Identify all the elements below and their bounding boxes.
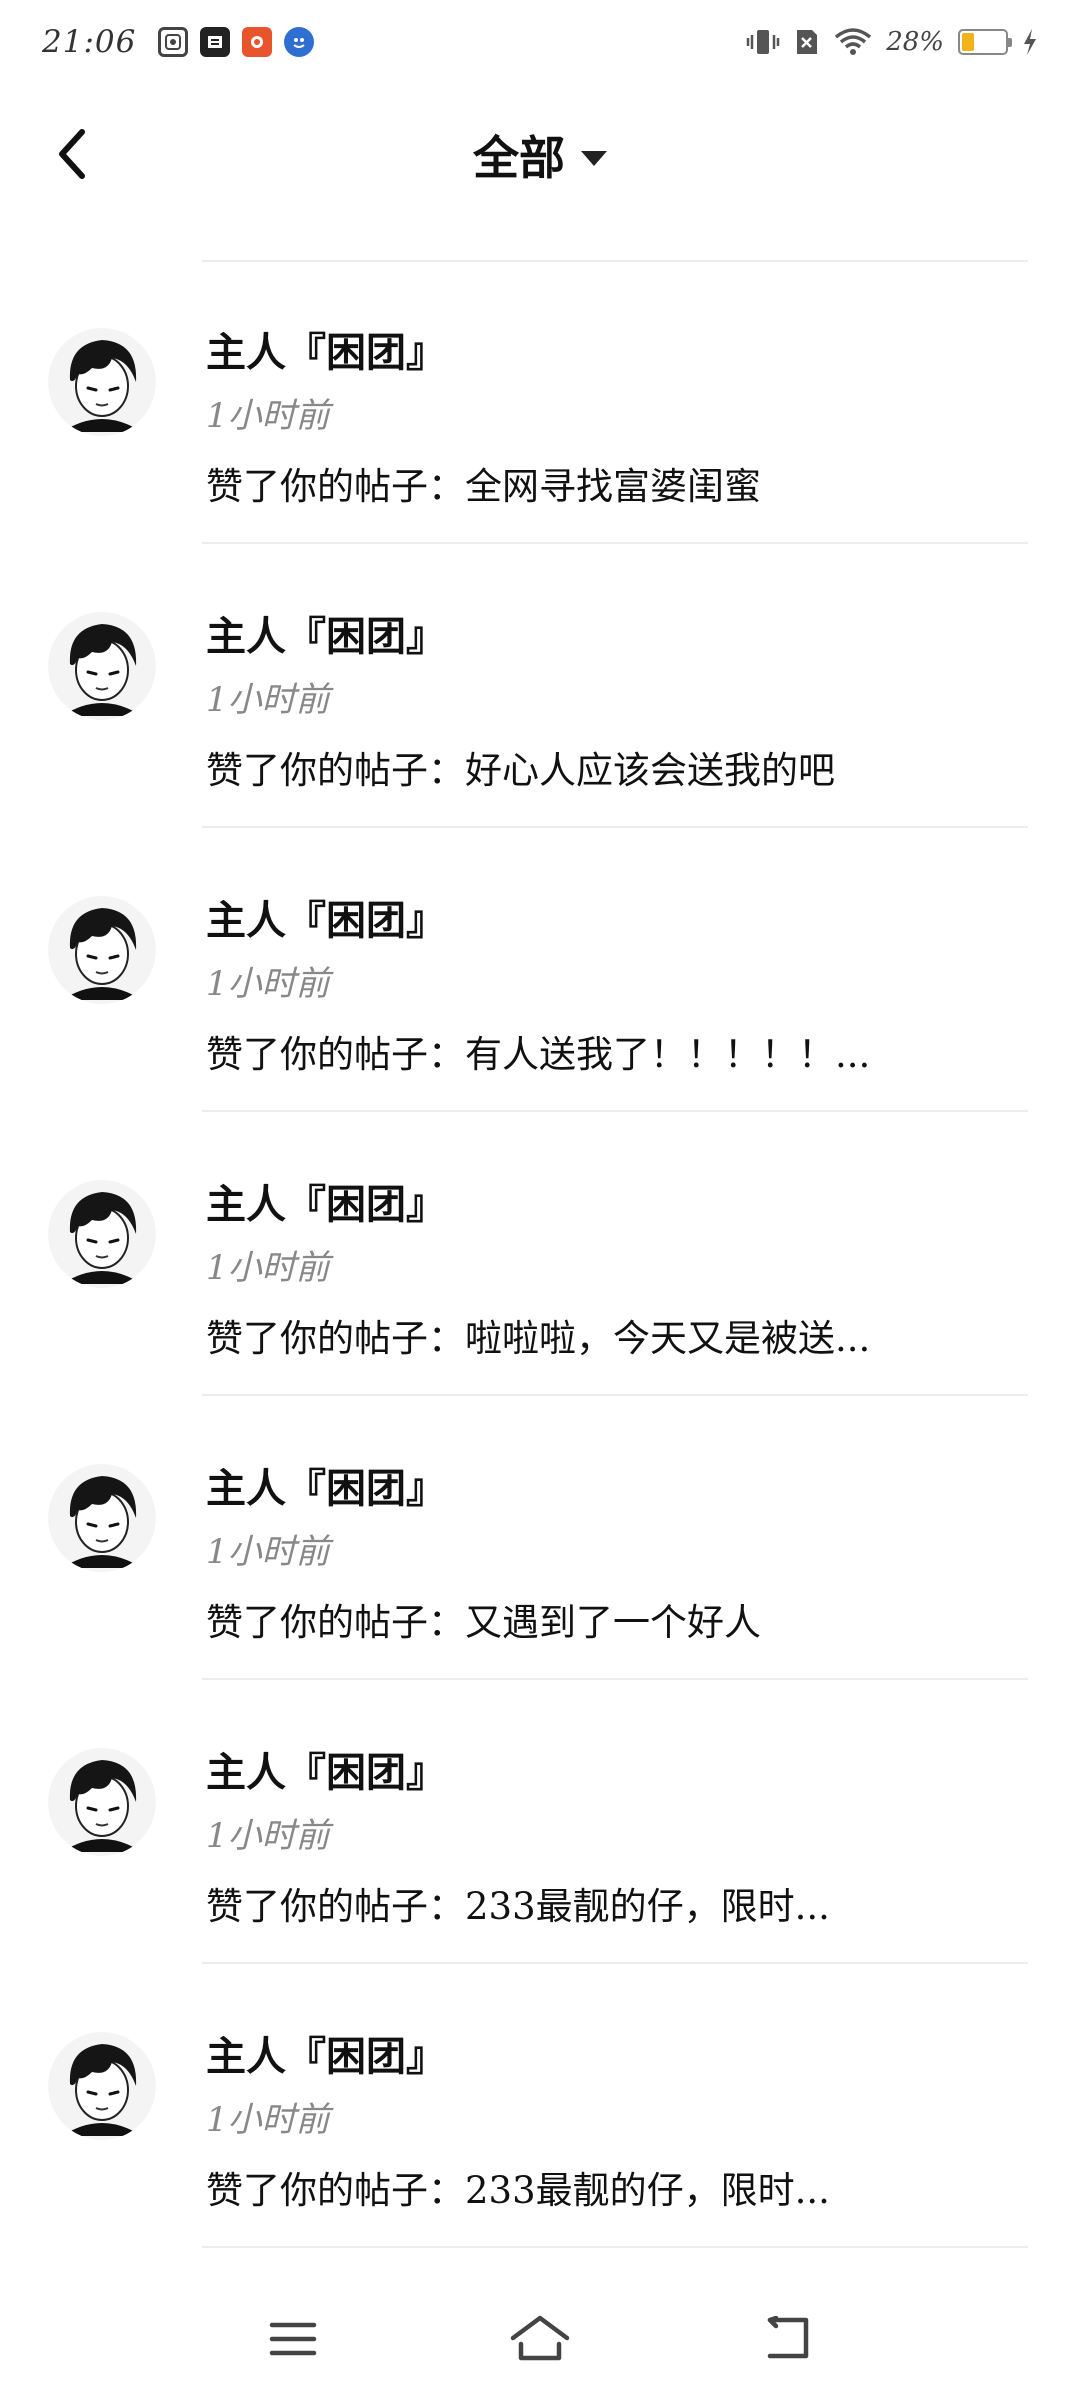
app-icon-3: [242, 27, 273, 57]
status-app-icons: [158, 27, 315, 57]
action-prefix: 赞了你的帖子：: [206, 2169, 465, 2212]
back-nav-button[interactable]: [747, 2299, 827, 2379]
avatar[interactable]: [48, 612, 156, 720]
post-title[interactable]: 好心人应该会送我的吧: [465, 740, 835, 794]
home-button[interactable]: [500, 2299, 580, 2379]
chevron-down-icon: [581, 150, 607, 166]
page-title: 全部: [473, 131, 565, 185]
avatar[interactable]: [48, 1748, 156, 1856]
timestamp: 1小时前: [206, 396, 330, 436]
avatar[interactable]: [48, 328, 156, 436]
notification-item[interactable]: 主人『困团』 1小时前赞了你的帖子： 有人送我了！！！！！...: [0, 828, 1080, 1112]
post-title[interactable]: 有人送我了！！！！！...: [465, 1024, 870, 1078]
notification-item[interactable]: 主人『困团』 1小时前赞了你的帖子： 啦啦啦，今天又是被送...: [0, 1112, 1080, 1396]
notification-text: 赞了你的帖子： 全网寻找富婆闺蜜: [206, 456, 761, 510]
notification-item[interactable]: 主人『困团』 1小时前赞了你的帖子： 好心人应该会送我的吧: [0, 544, 1080, 828]
header: 全部: [0, 100, 1080, 210]
post-title[interactable]: 233最靓的仔，限时...: [465, 1876, 830, 1930]
avatar[interactable]: [48, 1464, 156, 1572]
timestamp: 1小时前: [206, 680, 330, 720]
user-name[interactable]: 主人『困团』: [206, 604, 446, 662]
user-name[interactable]: 主人『困团』: [206, 888, 446, 946]
notification-text: 赞了你的帖子： 好心人应该会送我的吧: [206, 740, 835, 794]
notification-text: 赞了你的帖子： 啦啦啦，今天又是被送...: [206, 1308, 870, 1362]
action-prefix: 赞了你的帖子：: [206, 1317, 465, 1360]
status-right: 28%: [746, 27, 1038, 57]
notification-text: 赞了你的帖子： 233最靓的仔，限时...: [206, 1876, 830, 1930]
no-sim-icon: [794, 27, 820, 57]
notification-item[interactable]: 主人『困团』 1小时前赞了你的帖子： 233最靓的仔，限时...: [0, 1964, 1080, 2248]
avatar[interactable]: [48, 1180, 156, 1288]
back-nav-icon: [767, 2316, 808, 2359]
timestamp: 1小时前: [206, 1248, 330, 1288]
avatar[interactable]: [48, 2032, 156, 2140]
timestamp: 1小时前: [206, 2100, 330, 2140]
action-prefix: 赞了你的帖子：: [206, 1033, 465, 1076]
action-prefix: 赞了你的帖子：: [206, 749, 465, 792]
wifi-icon: [834, 27, 872, 57]
action-prefix: 赞了你的帖子：: [206, 1601, 465, 1644]
timestamp: 1小时前: [206, 1816, 330, 1856]
timestamp: 1小时前: [206, 964, 330, 1004]
timestamp: 1小时前: [206, 1532, 330, 1572]
battery-percent: 28%: [886, 27, 944, 57]
menu-button[interactable]: [253, 2299, 333, 2379]
app-icon-4: [284, 27, 315, 57]
status-bar: 21:06 28%: [0, 0, 1080, 84]
user-name[interactable]: 主人『困团』: [206, 1740, 446, 1798]
vibrate-icon: [746, 27, 780, 57]
menu-icon: [270, 2322, 317, 2356]
notification-item[interactable]: 主人『困团』 1小时前赞了你的帖子： 233最靓的仔，限时...: [0, 1680, 1080, 1964]
app-icon-1: [158, 27, 189, 57]
action-prefix: 赞了你的帖子：: [206, 1885, 465, 1928]
post-title[interactable]: 全网寻找富婆闺蜜: [465, 456, 761, 510]
avatar[interactable]: [48, 896, 156, 1004]
user-name[interactable]: 主人『困团』: [206, 1456, 446, 1514]
divider: [202, 2246, 1028, 2248]
notification-item[interactable]: 主人『困团』 1小时前赞了你的帖子： 全网寻找富婆闺蜜: [0, 260, 1080, 544]
filter-dropdown[interactable]: 全部: [0, 100, 1080, 210]
battery-icon: [958, 29, 1012, 55]
charging-icon: [1022, 28, 1038, 56]
system-nav-bar: [0, 2270, 1080, 2408]
user-name[interactable]: 主人『困团』: [206, 1172, 446, 1230]
post-title[interactable]: 又遇到了一个好人: [465, 1592, 761, 1646]
status-time: 21:06: [42, 24, 137, 60]
action-prefix: 赞了你的帖子：: [206, 465, 465, 508]
post-title[interactable]: 233最靓的仔，限时...: [465, 2160, 830, 2214]
notification-text: 赞了你的帖子： 又遇到了一个好人: [206, 1592, 761, 1646]
notification-text: 赞了你的帖子： 有人送我了！！！！！...: [206, 1024, 870, 1078]
home-icon: [510, 2315, 570, 2361]
notification-item[interactable]: 主人『困团』 1小时前赞了你的帖子： 又遇到了一个好人: [0, 1396, 1080, 1680]
notification-text: 赞了你的帖子： 233最靓的仔，限时...: [206, 2160, 830, 2214]
battery-fill: [962, 33, 974, 51]
post-title[interactable]: 啦啦啦，今天又是被送...: [465, 1308, 870, 1362]
user-name[interactable]: 主人『困团』: [206, 2024, 446, 2082]
user-name[interactable]: 主人『困团』: [206, 320, 446, 378]
app-icon-2: [200, 27, 231, 57]
